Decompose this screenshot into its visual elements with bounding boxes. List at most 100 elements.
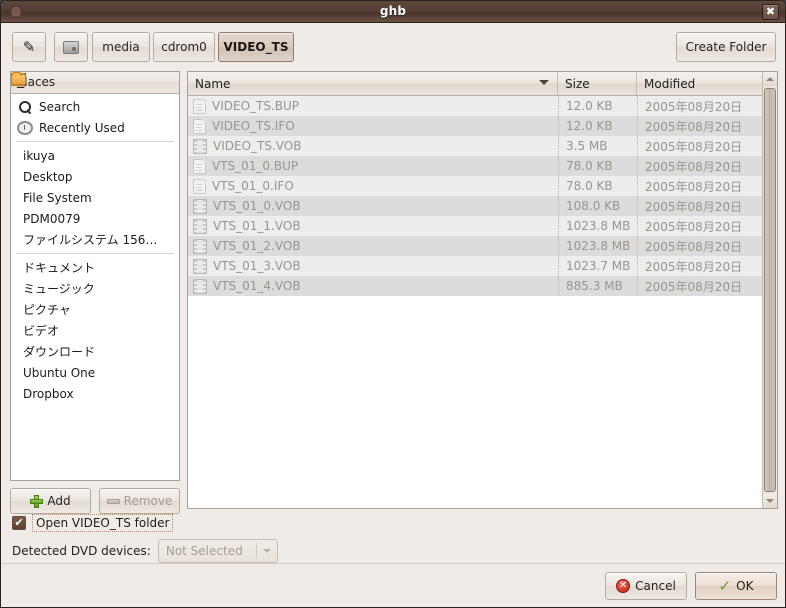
file-modified-cell: 2005年08月20日 <box>637 156 777 176</box>
file-list-row[interactable]: VIDEO_TS.VOB 3.5 MB 2005年08月20日 <box>188 136 777 156</box>
file-list-row[interactable]: VTS_01_1.VOB 1023.8 MB 2005年08月20日 <box>188 216 777 236</box>
column-header-name[interactable]: Name <box>188 72 558 95</box>
file-size-cell: 1023.8 MB <box>558 216 637 236</box>
file-list-row[interactable]: VTS_01_0.VOB 108.0 KB 2005年08月20日 <box>188 196 777 216</box>
places-list-item[interactable]: ikuya <box>11 73 179 166</box>
file-list-row[interactable]: VTS_01_4.VOB 885.3 MB 2005年08月20日 <box>188 276 777 296</box>
file-modified-cell: 2005年08月20日 <box>637 196 777 216</box>
file-list-row[interactable]: VIDEO_TS.IFO 12.0 KB 2005年08月20日 <box>188 116 777 136</box>
checkbox-icon[interactable]: ✔ <box>12 516 26 530</box>
detected-dvd-devices-row: Detected DVD devices: Not Selected <box>12 539 278 563</box>
file-name-cell: VTS_01_4.VOB <box>188 276 558 296</box>
places-list-item[interactable]: File System <box>11 74 179 208</box>
file-modified-cell: 2005年08月20日 <box>637 236 777 256</box>
file-name-cell: VIDEO_TS.BUP <box>188 96 558 116</box>
ok-button-label: OK <box>736 579 754 593</box>
file-modified-cell: 2005年08月20日 <box>637 276 777 296</box>
file-name-label: VTS_01_1.VOB <box>213 219 301 233</box>
file-name-cell: VTS_01_0.VOB <box>188 196 558 216</box>
file-list-row[interactable]: VTS_01_0.IFO 78.0 KB 2005年08月20日 <box>188 176 777 196</box>
film-icon <box>193 138 207 154</box>
places-list-item[interactable]: Search <box>11 96 179 117</box>
places-list-item[interactable]: Desktop <box>11 73 179 187</box>
places-list-item[interactable]: ピクチャ <box>11 73 179 320</box>
window-title: ghb <box>379 4 407 18</box>
file-modified-cell: 2005年08月20日 <box>637 176 777 196</box>
file-icon <box>193 158 206 174</box>
places-list-item-label: ドキュメント <box>23 261 96 275</box>
file-size-cell: 885.3 MB <box>558 276 637 296</box>
scroll-down-icon[interactable] <box>763 494 777 508</box>
column-header-modified-label: Modified <box>644 76 696 91</box>
places-list-item[interactable]: Dropbox <box>11 72 179 404</box>
file-name-cell: VTS_01_1.VOB <box>188 216 558 236</box>
places-list-item-label: Recently Used <box>39 120 125 135</box>
file-icon <box>193 98 206 114</box>
film-icon <box>193 238 207 254</box>
check-icon: ✓ <box>718 576 732 595</box>
chevron-down-icon <box>257 549 277 553</box>
places-list-item-label: Desktop <box>23 169 73 184</box>
file-name-label: VTS_01_2.VOB <box>213 239 301 253</box>
places-list-item-label: Ubuntu One <box>23 365 96 380</box>
file-chooser-window: ghb ✖ ✎ media cdrom0 VIDEO_TS Create Fol… <box>0 0 786 608</box>
location-entry-toggle-button[interactable]: ✎ <box>12 32 46 62</box>
file-name-label: VIDEO_TS.BUP <box>212 99 300 113</box>
scroll-up-icon[interactable] <box>763 72 777 86</box>
breadcrumb-video-ts[interactable]: VIDEO_TS <box>218 32 294 62</box>
file-size-cell: 3.5 MB <box>558 136 637 156</box>
create-folder-label: Create Folder <box>685 40 767 54</box>
file-name-label: VIDEO_TS.IFO <box>212 119 295 133</box>
scrollbar-thumb[interactable] <box>764 88 776 492</box>
places-list-item[interactable]: ビデオ <box>11 73 179 341</box>
breadcrumb-cdrom0[interactable]: cdrom0 <box>153 32 215 62</box>
places-list-item-label: ミュージック <box>23 282 95 296</box>
file-modified-cell: 2005年08月20日 <box>637 136 777 156</box>
open-video-ts-folder-label: Open VIDEO_TS folder <box>32 514 174 532</box>
file-name-cell: VTS_01_0.BUP <box>188 156 558 176</box>
file-size-cell: 1023.7 MB <box>558 256 637 276</box>
places-list-item[interactable]: Ubuntu One <box>11 72 179 383</box>
places-list-item[interactable]: ミュージック <box>11 72 179 299</box>
places-list-item[interactable]: ダウンロード <box>11 73 179 362</box>
create-folder-button[interactable]: Create Folder <box>676 32 776 62</box>
places-sidebar: Places Search Recently Used ikuya Desktop Fi… <box>10 71 180 514</box>
film-icon <box>193 278 207 294</box>
film-icon <box>193 258 207 274</box>
detected-dvd-devices-value: Not Selected <box>165 544 243 558</box>
places-list-item-label: ファイルシステム 156… <box>23 233 158 247</box>
places-list-item[interactable]: ファイルシステム 156… <box>11 74 179 250</box>
file-modified-cell: 2005年08月20日 <box>637 256 777 276</box>
column-header-modified[interactable]: Modified <box>637 72 777 95</box>
column-header-size[interactable]: Size <box>558 72 637 95</box>
file-list-row[interactable]: VTS_01_3.VOB 1023.7 MB 2005年08月20日 <box>188 256 777 276</box>
breadcrumb-media[interactable]: media <box>92 32 150 62</box>
file-list-scrollbar[interactable] <box>762 72 777 508</box>
detected-dvd-devices-select[interactable]: Not Selected <box>157 539 278 563</box>
add-place-label: Add <box>47 494 71 508</box>
file-list-row[interactable]: VTS_01_0.BUP 78.0 KB 2005年08月20日 <box>188 156 777 176</box>
breadcrumb-device-button[interactable] <box>54 32 88 62</box>
file-name-label: VIDEO_TS.VOB <box>213 139 302 153</box>
column-header-name-label: Name <box>195 76 231 91</box>
file-modified-cell: 2005年08月20日 <box>637 96 777 116</box>
file-modified-cell: 2005年08月20日 <box>637 116 777 136</box>
column-header-size-label: Size <box>565 76 590 91</box>
file-list-row[interactable]: VIDEO_TS.BUP 12.0 KB 2005年08月20日 <box>188 96 777 116</box>
places-list-item[interactable]: PDM0079 <box>11 73 179 229</box>
places-list-item[interactable]: ドキュメント <box>11 73 179 278</box>
places-list-item[interactable]: Recently Used <box>11 117 179 138</box>
ok-button[interactable]: ✓ OK <box>695 572 777 600</box>
file-list-row[interactable]: VTS_01_2.VOB 1023.8 MB 2005年08月20日 <box>188 236 777 256</box>
close-icon[interactable]: ✖ <box>762 4 779 20</box>
file-name-cell: VIDEO_TS.VOB <box>188 136 558 156</box>
dialog-action-bar: ✕ Cancel ✓ OK <box>1 563 785 607</box>
open-video-ts-folder-checkbox[interactable]: ✔ Open VIDEO_TS folder <box>12 514 174 532</box>
places-list-item-label: Search <box>39 99 81 114</box>
places-list: Search Recently Used ikuya Desktop File Syst… <box>11 72 179 404</box>
file-name-cell: VIDEO_TS.IFO <box>188 116 558 136</box>
file-list-body: VIDEO_TS.BUP 12.0 KB 2005年08月20日 VIDEO_TS.I… <box>188 96 777 296</box>
file-list-header: Name Size Modified <box>188 72 777 96</box>
minus-icon <box>106 498 120 504</box>
cancel-button[interactable]: ✕ Cancel <box>605 572 687 600</box>
